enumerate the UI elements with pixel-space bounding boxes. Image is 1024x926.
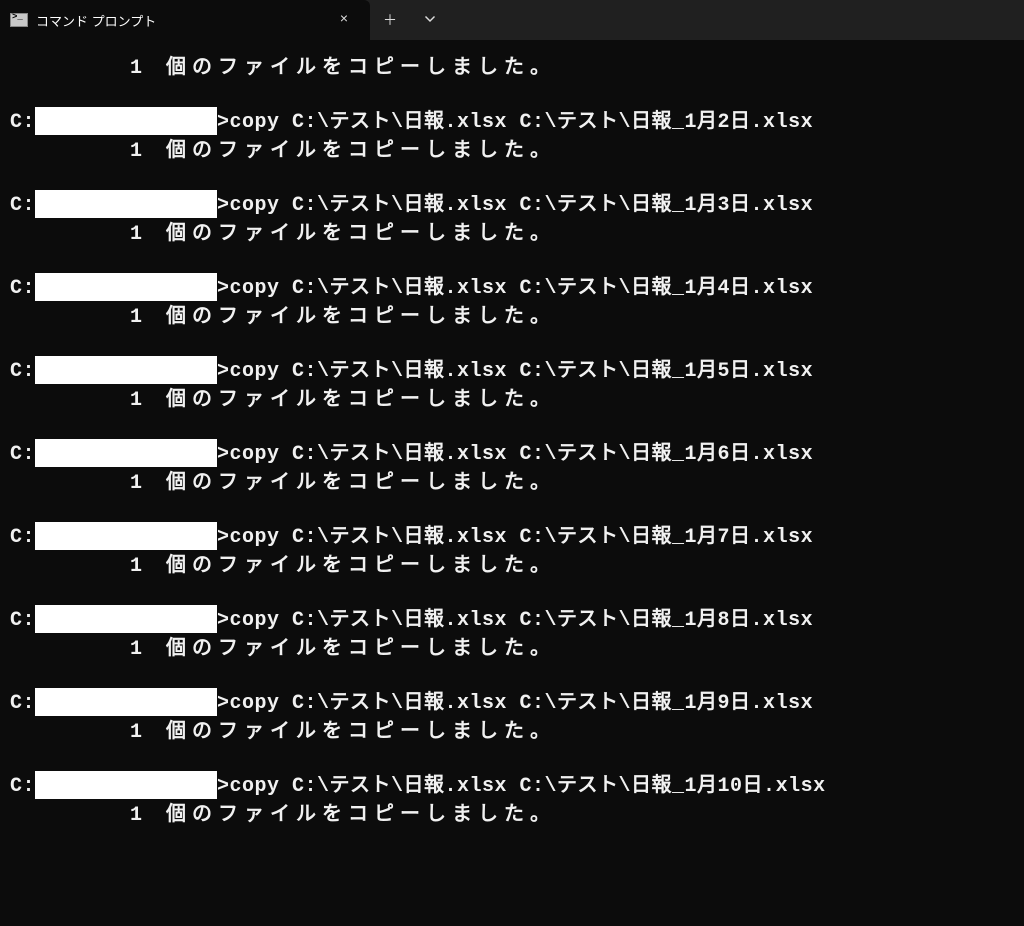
- tab-dropdown-button[interactable]: [410, 0, 450, 40]
- copy-result-line: 1 個のファイルをコピーしました。: [10, 303, 1014, 332]
- prompt-line: C: >copy C:\テスト\日報.xlsx C:\テスト\日報_1月8日.xl…: [10, 605, 1014, 635]
- copy-result-line: 1 個のファイルをコピーしました。: [10, 137, 1014, 166]
- prompt-line: C: >copy C:\テスト\日報.xlsx C:\テスト\日報_1月6日.xl…: [10, 439, 1014, 469]
- title-bar: コマンド プロンプト × ＋: [0, 0, 1024, 40]
- prompt-line: C: >copy C:\テスト\日報.xlsx C:\テスト\日報_1月9日.xl…: [10, 688, 1014, 718]
- redacted-path: [35, 522, 217, 550]
- copy-command: >copy C:\テスト\日報.xlsx C:\テスト\日報_1月9日.xlsx: [217, 689, 813, 718]
- chevron-down-icon: [424, 14, 436, 26]
- command-block: C: >copy C:\テスト\日報.xlsx C:\テスト\日報_1月6日.xl…: [10, 439, 1014, 498]
- close-icon[interactable]: ×: [330, 12, 358, 28]
- copy-command: >copy C:\テスト\日報.xlsx C:\テスト\日報_1月5日.xlsx: [217, 357, 813, 386]
- copy-command: >copy C:\テスト\日報.xlsx C:\テスト\日報_1月4日.xlsx: [217, 274, 813, 303]
- copy-command: >copy C:\テスト\日報.xlsx C:\テスト\日報_1月2日.xlsx: [217, 108, 813, 137]
- command-block: C: >copy C:\テスト\日報.xlsx C:\テスト\日報_1月5日.xl…: [10, 356, 1014, 415]
- copy-result-line: 1 個のファイルをコピーしました。: [10, 718, 1014, 747]
- command-block: C: >copy C:\テスト\日報.xlsx C:\テスト\日報_1月9日.xl…: [10, 688, 1014, 747]
- tab-title: コマンド プロンプト: [36, 11, 322, 30]
- drive-prefix: C:: [10, 108, 35, 137]
- prompt-line: C: >copy C:\テスト\日報.xlsx C:\テスト\日報_1月4日.xl…: [10, 273, 1014, 303]
- terminal-icon: [10, 13, 28, 27]
- tab-command-prompt[interactable]: コマンド プロンプト ×: [0, 0, 370, 40]
- redacted-path: [35, 688, 217, 716]
- copy-command: >copy C:\テスト\日報.xlsx C:\テスト\日報_1月6日.xlsx: [217, 440, 813, 469]
- copy-command: >copy C:\テスト\日報.xlsx C:\テスト\日報_1月8日.xlsx: [217, 606, 813, 635]
- copy-result-line: 1 個のファイルをコピーしました。: [10, 54, 1014, 83]
- redacted-path: [35, 356, 217, 384]
- copy-result-line: 1 個のファイルをコピーしました。: [10, 469, 1014, 498]
- command-block: C: >copy C:\テスト\日報.xlsx C:\テスト\日報_1月4日.xl…: [10, 273, 1014, 332]
- command-block: C: >copy C:\テスト\日報.xlsx C:\テスト\日報_1月8日.xl…: [10, 605, 1014, 664]
- command-block: C: >copy C:\テスト\日報.xlsx C:\テスト\日報_1月7日.xl…: [10, 522, 1014, 581]
- prompt-line: C: >copy C:\テスト\日報.xlsx C:\テスト\日報_1月7日.xl…: [10, 522, 1014, 552]
- redacted-path: [35, 605, 217, 633]
- redacted-path: [35, 771, 217, 799]
- redacted-path: [35, 273, 217, 301]
- redacted-path: [35, 107, 217, 135]
- copy-command: >copy C:\テスト\日報.xlsx C:\テスト\日報_1月7日.xlsx: [217, 523, 813, 552]
- command-block: C: >copy C:\テスト\日報.xlsx C:\テスト\日報_1月2日.xl…: [10, 107, 1014, 166]
- prompt-line: C: >copy C:\テスト\日報.xlsx C:\テスト\日報_1月3日.xl…: [10, 190, 1014, 220]
- drive-prefix: C:: [10, 523, 35, 552]
- drive-prefix: C:: [10, 357, 35, 386]
- drive-prefix: C:: [10, 606, 35, 635]
- terminal-output[interactable]: 1 個のファイルをコピーしました。C:>copy C:\テスト\日報.xlsx …: [0, 40, 1024, 874]
- copy-result-line: 1 個のファイルをコピーしました。: [10, 552, 1014, 581]
- drive-prefix: C:: [10, 689, 35, 718]
- redacted-path: [35, 190, 217, 218]
- prompt-line: C: >copy C:\テスト\日報.xlsx C:\テスト\日報_1月5日.xl…: [10, 356, 1014, 386]
- copy-result-line: 1 個のファイルをコピーしました。: [10, 386, 1014, 415]
- copy-command: >copy C:\テスト\日報.xlsx C:\テスト\日報_1月10日.xls…: [217, 772, 826, 801]
- copy-command: >copy C:\テスト\日報.xlsx C:\テスト\日報_1月3日.xlsx: [217, 191, 813, 220]
- command-block: C: >copy C:\テスト\日報.xlsx C:\テスト\日報_1月3日.xl…: [10, 190, 1014, 249]
- command-block: C: >copy C:\テスト\日報.xlsx C:\テスト\日報_1月10日.x…: [10, 771, 1014, 830]
- command-block: 1 個のファイルをコピーしました。: [10, 54, 1014, 83]
- drive-prefix: C:: [10, 772, 35, 801]
- new-tab-button[interactable]: ＋: [370, 0, 410, 40]
- copy-result-line: 1 個のファイルをコピーしました。: [10, 220, 1014, 249]
- copy-result-line: 1 個のファイルをコピーしました。: [10, 635, 1014, 664]
- copy-result-line: 1 個のファイルをコピーしました。: [10, 801, 1014, 830]
- drive-prefix: C:: [10, 440, 35, 469]
- prompt-line: C: >copy C:\テスト\日報.xlsx C:\テスト\日報_1月10日.x…: [10, 771, 1014, 801]
- drive-prefix: C:: [10, 191, 35, 220]
- drive-prefix: C:: [10, 274, 35, 303]
- prompt-line: C: >copy C:\テスト\日報.xlsx C:\テスト\日報_1月2日.xl…: [10, 107, 1014, 137]
- redacted-path: [35, 439, 217, 467]
